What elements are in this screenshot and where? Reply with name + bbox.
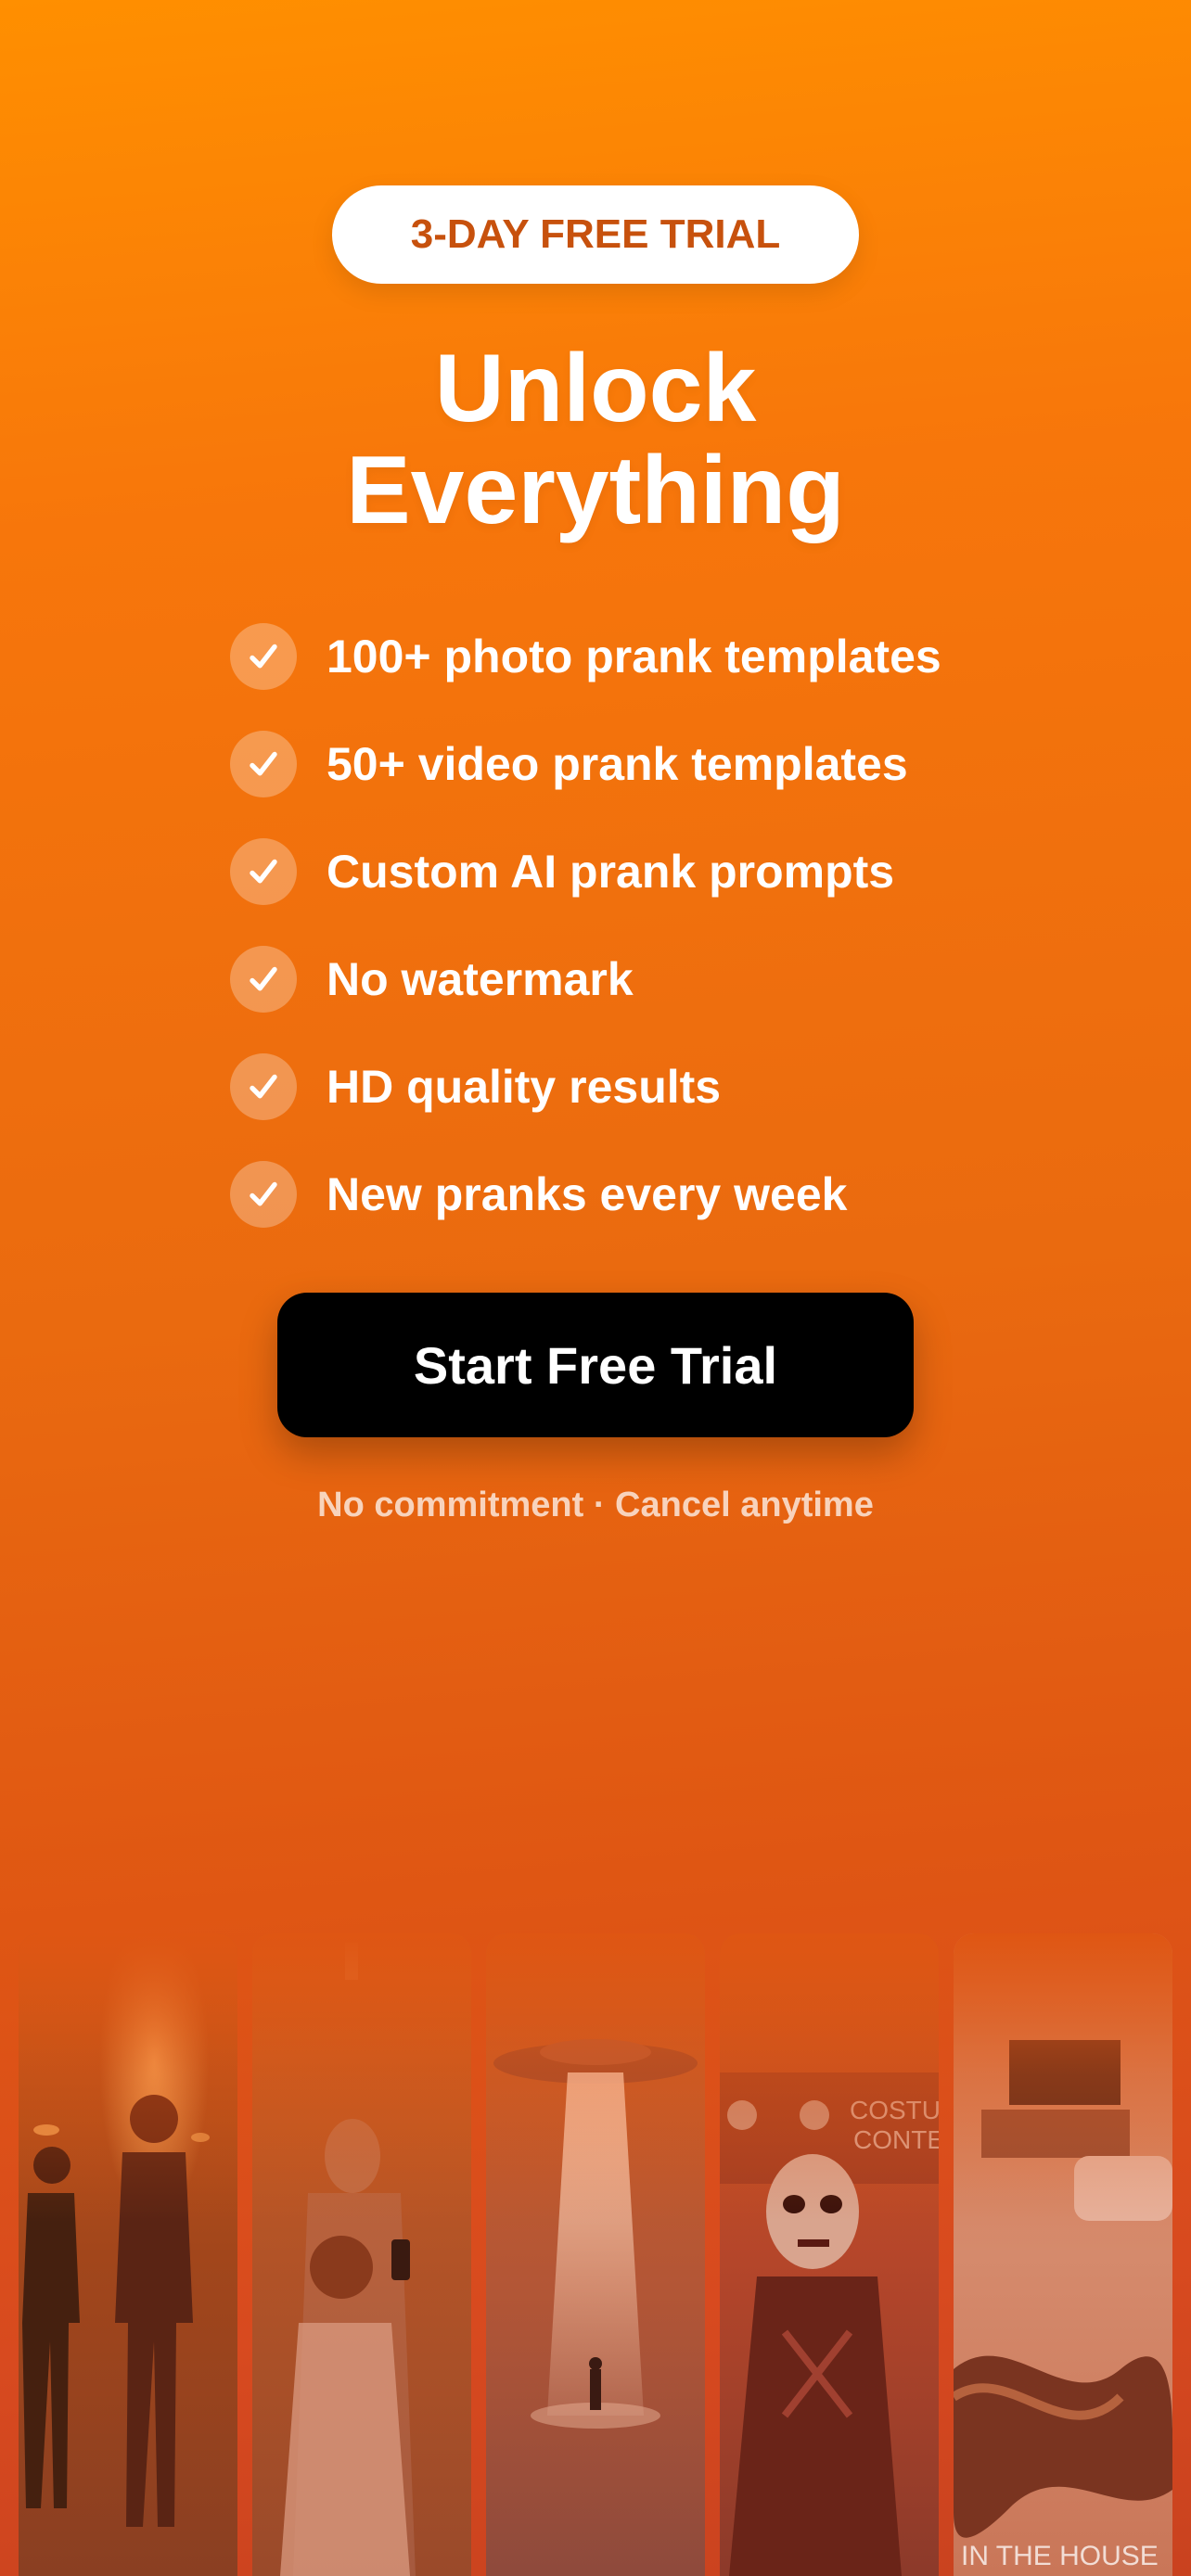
page-title-line-1: Unlock	[434, 335, 757, 442]
feature-item: New pranks every week	[230, 1141, 1065, 1248]
feature-item: Custom AI prank prompts	[230, 818, 1065, 925]
preview-tile-ufo-abduction	[486, 1933, 705, 2576]
trial-terms-text: No commitment · Cancel anytime	[317, 1486, 874, 1524]
snake-tile-caption: IN THE HOUSE	[961, 2541, 1159, 2571]
feature-label: No watermark	[327, 953, 634, 1005]
preview-tile-zombie-costume: COSTUM CONTES	[720, 1933, 939, 2576]
free-trial-badge-label: 3-DAY FREE TRIAL	[410, 211, 781, 257]
feature-label: 50+ video prank templates	[327, 738, 908, 790]
feature-item: 100+ photo prank templates	[230, 603, 1065, 710]
feature-label: HD quality results	[327, 1061, 722, 1113]
check-icon	[230, 623, 297, 690]
start-free-trial-button[interactable]: Start Free Trial	[277, 1293, 914, 1437]
feature-label: 100+ photo prank templates	[327, 631, 941, 682]
preview-tile-night-street	[19, 1933, 237, 2576]
check-icon	[230, 1053, 297, 1120]
feature-label: New pranks every week	[327, 1168, 848, 1220]
preview-tile-snake-in-house: IN THE HOUSE	[954, 1933, 1172, 2576]
free-trial-badge: 3-DAY FREE TRIAL	[332, 185, 859, 284]
check-icon	[230, 1161, 297, 1228]
preview-tile-ghost-selfie	[252, 1933, 471, 2576]
feature-list: 100+ photo prank templates 50+ video pra…	[230, 603, 1065, 1248]
feature-item: No watermark	[230, 925, 1065, 1033]
check-icon	[230, 946, 297, 1013]
check-icon	[230, 731, 297, 797]
start-free-trial-label: Start Free Trial	[413, 1335, 778, 1395]
check-icon	[230, 838, 297, 905]
page-title-line-2: Everything	[346, 437, 845, 544]
page-title: Unlock Everything	[0, 338, 1191, 542]
feature-label: Custom AI prank prompts	[327, 846, 895, 898]
feature-item: HD quality results	[230, 1033, 1065, 1141]
prank-preview-strip: COSTUM CONTES IN THE HOUSE	[19, 1933, 1172, 2576]
feature-item: 50+ video prank templates	[230, 710, 1065, 818]
